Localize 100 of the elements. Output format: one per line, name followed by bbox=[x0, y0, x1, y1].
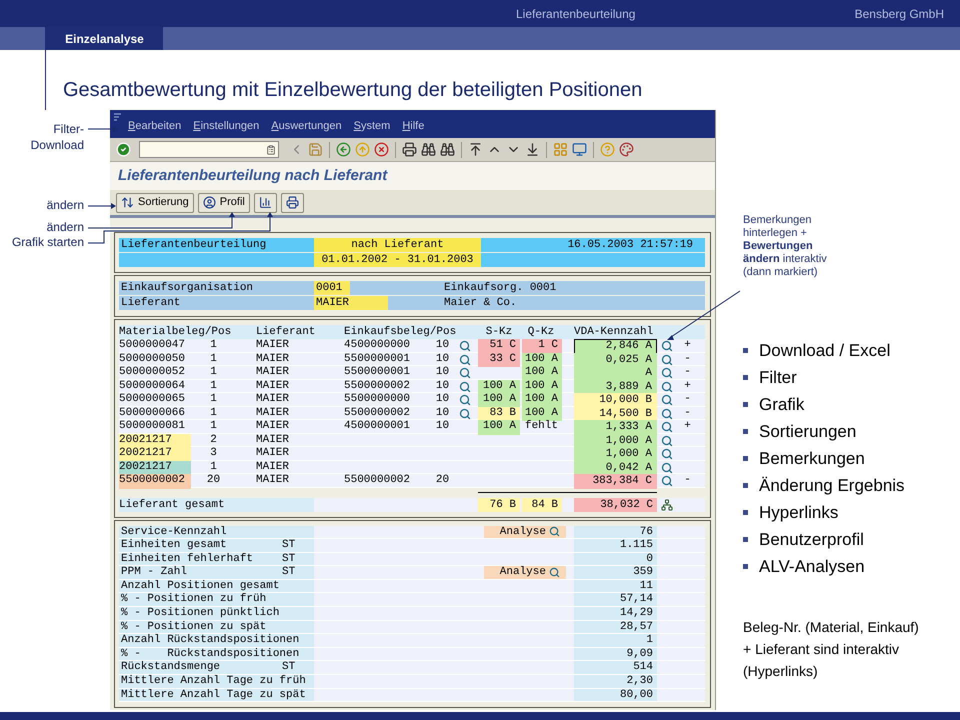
callout-label: ändern bbox=[46, 220, 84, 235]
menu-item[interactable]: Auswertungen bbox=[271, 118, 342, 134]
toolbar-button[interactable]: Sortierung bbox=[116, 192, 194, 212]
window-menu-icon[interactable] bbox=[113, 112, 122, 121]
magnifier-icon[interactable] bbox=[661, 448, 673, 460]
command-field[interactable] bbox=[139, 141, 279, 158]
magnifier-icon[interactable] bbox=[459, 380, 471, 393]
feature-item: Sortierungen bbox=[759, 420, 856, 443]
table-cell-text: ST bbox=[282, 552, 296, 566]
cancel-icon[interactable] bbox=[374, 142, 389, 157]
table-cell-text: 10 bbox=[434, 380, 450, 394]
table-cell-text: 10 bbox=[434, 406, 450, 420]
table-cell-text: Lieferantenbeurteilung bbox=[120, 238, 268, 252]
table-cell-text: Einheiten fehlerhaft bbox=[120, 552, 254, 566]
magnifier-icon[interactable] bbox=[661, 380, 673, 393]
magnifier-icon[interactable] bbox=[661, 394, 673, 406]
table-cell: 2,30 bbox=[574, 675, 657, 688]
menu-item[interactable]: System bbox=[354, 118, 390, 134]
table-cell-text: 5500000002 bbox=[344, 380, 412, 394]
table-cell-text: MAIER bbox=[255, 420, 290, 434]
table-cell: 9,09 bbox=[574, 648, 657, 660]
table-cell: 514 bbox=[574, 661, 657, 674]
find-next-icon[interactable] bbox=[440, 142, 455, 157]
print-button[interactable] bbox=[280, 192, 304, 212]
feature-item: Bemerkungen bbox=[759, 448, 865, 470]
table-cell[interactable]: 5000000052 bbox=[119, 366, 191, 380]
hierarchy-icon[interactable] bbox=[661, 498, 673, 510]
magnifier-icon bbox=[549, 567, 560, 578]
magnifier-icon[interactable] bbox=[661, 340, 673, 352]
magnifier-icon[interactable] bbox=[459, 394, 471, 406]
table-cell: 57,14 bbox=[574, 593, 657, 606]
table-cell-text: + bbox=[683, 380, 692, 394]
magnifier-icon[interactable] bbox=[661, 367, 673, 380]
table-cell[interactable]: 20021217 bbox=[119, 460, 191, 475]
magnifier-icon[interactable] bbox=[459, 340, 471, 352]
menu-item[interactable]: Einstellungen bbox=[193, 118, 260, 134]
table-cell: 1.115 bbox=[574, 539, 657, 552]
column-header: Q-Kz bbox=[526, 325, 556, 339]
callout-label: Filter- Download bbox=[30, 121, 84, 153]
toolbar-button[interactable]: Profil bbox=[198, 192, 250, 212]
profile-icon bbox=[202, 196, 216, 209]
monitor-icon[interactable] bbox=[572, 142, 587, 157]
table-cell[interactable]: 5000000047 bbox=[119, 339, 191, 354]
callout-label: Grafik starten bbox=[12, 235, 84, 250]
table-cell-text: 4500000000 bbox=[344, 339, 412, 353]
table-cell-text: 10 bbox=[434, 366, 450, 380]
table-cell-text: 1 bbox=[209, 352, 218, 366]
magnifier-icon[interactable] bbox=[661, 408, 673, 420]
table-cell[interactable]: 5000000066 bbox=[119, 406, 191, 421]
table-cell-text: Mittlere Anzahl Tage zu früh bbox=[120, 675, 307, 688]
analysis-button[interactable]: Analyse bbox=[484, 526, 566, 538]
magnifier-icon[interactable] bbox=[661, 462, 673, 474]
magnifier-icon[interactable] bbox=[459, 367, 471, 380]
menu-item[interactable]: Bearbeiten bbox=[128, 118, 182, 134]
chart-button[interactable] bbox=[254, 192, 277, 212]
table-cell: 0001 bbox=[314, 281, 350, 295]
table-cell-text: MAIER bbox=[255, 447, 290, 461]
bullet-icon bbox=[743, 564, 748, 569]
table-cell-text: + bbox=[683, 420, 692, 434]
table-cell-text: 20 bbox=[434, 474, 450, 488]
table-cell: 100 A bbox=[522, 406, 562, 421]
feature-item: Änderung Ergebnis bbox=[759, 474, 905, 497]
palette-icon[interactable] bbox=[619, 142, 634, 157]
first-page-icon[interactable] bbox=[468, 142, 483, 157]
magnifier-icon[interactable] bbox=[661, 354, 673, 366]
table-cell-text: ST bbox=[282, 566, 296, 579]
table-cell: Einkaufsorg. 0001 bbox=[444, 281, 556, 295]
table-cell-text: 1 bbox=[209, 339, 218, 353]
table-cell: 10,000 B bbox=[574, 393, 657, 408]
table-cell[interactable]: 5000000065 bbox=[119, 393, 191, 408]
magnifier-icon[interactable] bbox=[459, 408, 471, 420]
table-cell[interactable]: 5000000064 bbox=[119, 380, 191, 394]
find-icon[interactable] bbox=[421, 142, 436, 157]
analysis-button[interactable]: Analyse bbox=[484, 566, 566, 579]
table-cell: 2,846 A bbox=[574, 339, 657, 354]
column-header: Einkaufsbeleg/Pos bbox=[344, 325, 458, 339]
tab[interactable]: Einzelanalyse bbox=[45, 27, 163, 50]
magnifier-icon[interactable] bbox=[459, 354, 471, 366]
table-cell[interactable]: 5000000050 bbox=[119, 352, 191, 367]
magnifier-icon[interactable] bbox=[661, 475, 673, 488]
table-cell-text: 2 bbox=[209, 434, 218, 448]
magnifier-icon[interactable] bbox=[661, 434, 673, 447]
sort-icon bbox=[121, 196, 134, 209]
last-page-icon[interactable] bbox=[525, 142, 540, 157]
bullet-icon bbox=[743, 456, 748, 461]
table-cell[interactable]: 5000000081 bbox=[119, 420, 191, 434]
enter-icon[interactable] bbox=[116, 142, 131, 157]
print-icon[interactable] bbox=[402, 142, 417, 157]
menu-item[interactable]: Hilfe bbox=[402, 118, 424, 134]
back-circle-icon[interactable] bbox=[336, 142, 351, 157]
table-cell-text: MAIER bbox=[255, 393, 290, 407]
company-name: Bensberg GmbH bbox=[854, 6, 944, 22]
table-cell-text: % - Rückstandspositionen bbox=[120, 648, 300, 660]
history-icon[interactable] bbox=[266, 144, 276, 154]
magnifier-icon[interactable] bbox=[661, 421, 673, 434]
header-title: Lieferantenbeurteilung bbox=[516, 6, 636, 22]
table-cell[interactable]: 5500000002 bbox=[119, 474, 191, 488]
table-cell[interactable]: 20021217 bbox=[119, 447, 191, 462]
table-cell-text: 10 bbox=[434, 393, 450, 407]
magnifier-icon bbox=[549, 526, 560, 538]
